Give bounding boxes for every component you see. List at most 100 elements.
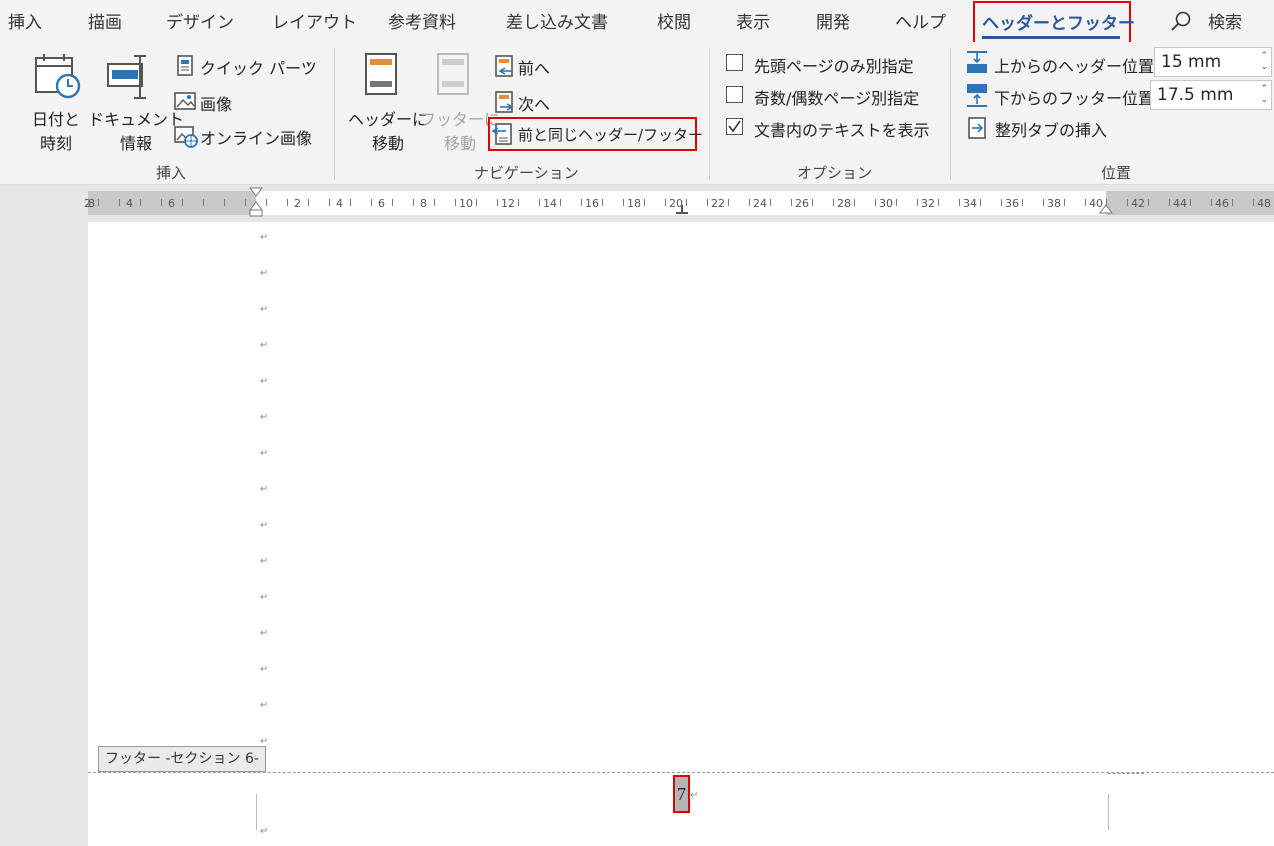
ruler-tick-label: 14 — [543, 197, 557, 210]
right-indent-marker-icon[interactable] — [1098, 203, 1114, 215]
online-pictures-label: オンライン画像 — [200, 129, 313, 148]
link-to-previous-label: 前と同じヘッダー/フッター — [518, 126, 704, 144]
ruler-minor-tick — [770, 199, 771, 206]
next-label: 次へ — [518, 95, 551, 114]
header-from-top-label: 上からのヘッダー位置: — [994, 57, 1160, 76]
different-first-page-checkbox[interactable]: 先頭ページのみ別指定 — [724, 52, 944, 76]
ruler-minor-tick — [560, 199, 561, 206]
insert-alignment-tab-button[interactable]: 整列タブの挿入 — [965, 114, 1125, 140]
quick-parts-button[interactable]: クイック パーツ ⌄ — [174, 54, 324, 80]
margin-guide-left — [256, 794, 257, 830]
ruler-minor-tick — [266, 199, 267, 206]
ruler-minor-tick — [455, 199, 456, 206]
ruler-tick-label: 48 — [1257, 197, 1271, 210]
group-divider — [709, 48, 710, 180]
ruler-tick-label: 34 — [963, 197, 977, 210]
active-tab-underline — [982, 36, 1120, 39]
chevron-down-icon: ⌄ — [304, 54, 315, 68]
tab-review[interactable]: 校閲 — [657, 8, 691, 33]
previous-icon — [495, 55, 513, 77]
ruler-tick-label: 2 — [84, 197, 91, 210]
ruler-minor-tick — [875, 199, 876, 206]
tab-mailings[interactable]: 差し込み文書 — [506, 8, 608, 33]
ruler-minor-tick — [1127, 199, 1128, 206]
ruler-minor-tick — [854, 199, 855, 206]
different-odd-even-label: 奇数/偶数ページ別指定 — [754, 89, 920, 108]
link-to-previous-button[interactable]: 前と同じヘッダー/フッター — [488, 117, 703, 151]
ruler-minor-tick — [1064, 199, 1065, 206]
next-button[interactable]: 次へ — [494, 90, 564, 116]
search-icon — [1171, 11, 1191, 31]
position-group-label: 位置 — [1101, 164, 1132, 182]
show-document-text-checkbox[interactable]: 文書内のテキストを表示 — [724, 116, 944, 140]
footer-from-bottom-input[interactable]: 17.5 mm ⌃ ⌄ — [1150, 80, 1272, 110]
tab-layout[interactable]: レイアウト — [272, 8, 357, 33]
ruler-minor-tick — [413, 199, 414, 206]
go-to-header-button[interactable]: ヘッダーに 移動 — [346, 50, 428, 153]
ruler-minor-tick — [476, 199, 477, 206]
ruler-minor-tick — [119, 199, 120, 206]
spin-up-icon[interactable]: ⌃ — [1260, 51, 1268, 61]
ruler-minor-tick — [329, 199, 330, 206]
ruler-tick-label: 8 — [420, 197, 427, 210]
online-pictures-button[interactable]: オンライン画像 — [174, 124, 314, 150]
different-odd-even-checkbox[interactable]: 奇数/偶数ページ別指定 — [724, 84, 944, 108]
paragraph-mark: ↵ — [260, 628, 269, 639]
spin-down-icon[interactable]: ⌄ — [1260, 62, 1268, 72]
paragraph-mark: ↵ — [260, 232, 269, 243]
ruler-minor-tick — [161, 199, 162, 206]
show-document-text-label: 文書内のテキストを表示 — [754, 121, 930, 140]
ruler-minor-tick — [98, 199, 99, 206]
ruler-minor-tick — [833, 199, 834, 206]
pictures-button[interactable]: 画像 — [174, 90, 264, 116]
ruler-tick-label: 6 — [168, 197, 175, 210]
ruler-tick-label: 28 — [837, 197, 851, 210]
ribbon: 日付と 時刻 ドキュメント 情報 ⌄ クイック パーツ ⌄ 画像 オンライン画像… — [0, 42, 1274, 185]
paragraph-mark: ↵ — [260, 700, 269, 711]
page-number-field[interactable]: 7 — [673, 775, 690, 813]
group-divider — [334, 48, 335, 180]
previous-button[interactable]: 前へ — [494, 54, 564, 80]
date-time-button[interactable]: 日付と 時刻 — [30, 50, 82, 153]
margin-guide-right — [1108, 794, 1109, 830]
pictures-label: 画像 — [200, 95, 233, 114]
ruler-minor-tick — [350, 199, 351, 206]
chevron-down-icon: ⌄ — [144, 134, 154, 147]
ruler-minor-tick — [1253, 199, 1254, 206]
ruler-tick-label: 26 — [795, 197, 809, 210]
ruler-minor-tick — [959, 199, 960, 206]
ruler-minor-tick — [371, 199, 372, 206]
menu-bar: 挿入 描画 デザイン レイアウト 参考資料 差し込み文書 校閲 表示 開発 ヘル… — [0, 0, 1274, 45]
tab-design[interactable]: デザイン — [166, 8, 234, 33]
ruler-minor-tick — [140, 199, 141, 206]
tab-help[interactable]: ヘルプ — [895, 8, 946, 33]
spin-down-icon[interactable]: ⌄ — [1260, 95, 1268, 105]
ruler-minor-tick — [434, 199, 435, 206]
center-tab-stop-icon[interactable] — [675, 205, 689, 217]
spin-up-icon[interactable]: ⌃ — [1260, 84, 1268, 94]
tab-insert[interactable]: 挿入 — [8, 8, 42, 33]
tab-view[interactable]: 表示 — [736, 8, 770, 33]
ruler-minor-tick — [665, 199, 666, 206]
header-from-top-input[interactable]: 15 mm ⌃ ⌄ — [1154, 47, 1272, 77]
paragraph-mark: ↵ — [260, 448, 269, 459]
indent-marker-icon[interactable] — [248, 187, 264, 219]
ruler-minor-tick — [980, 199, 981, 206]
ruler-tick-label: 36 — [1005, 197, 1019, 210]
checkmark-icon — [728, 120, 741, 133]
tab-developer[interactable]: 開発 — [816, 8, 850, 33]
ruler-minor-tick — [644, 199, 645, 206]
tab-references[interactable]: 参考資料 — [388, 8, 456, 33]
ruler-tick-label: 46 — [1215, 197, 1229, 210]
tab-header-footer[interactable]: ヘッダーとフッター — [973, 1, 1135, 45]
alignment-tab-icon — [968, 117, 986, 139]
tab-draw[interactable]: 描画 — [88, 8, 122, 33]
ruler-tick-label: 44 — [1173, 197, 1187, 210]
document-info-button[interactable]: ドキュメント 情報 ⌄ — [88, 50, 184, 153]
ruler-minor-tick — [1001, 199, 1002, 206]
horizontal-ruler[interactable]: 8 6 4 2 2 4 6 8 10 12 14 16 18 20 22 24 26 28 30 32 34 36 38 40… — [84, 187, 1274, 217]
footer-from-bottom-icon — [967, 84, 987, 107]
footer-from-bottom-label: 下からのフッター位置: — [994, 89, 1160, 108]
paragraph-mark: ↵ — [260, 826, 269, 837]
checkbox-box — [726, 54, 743, 71]
